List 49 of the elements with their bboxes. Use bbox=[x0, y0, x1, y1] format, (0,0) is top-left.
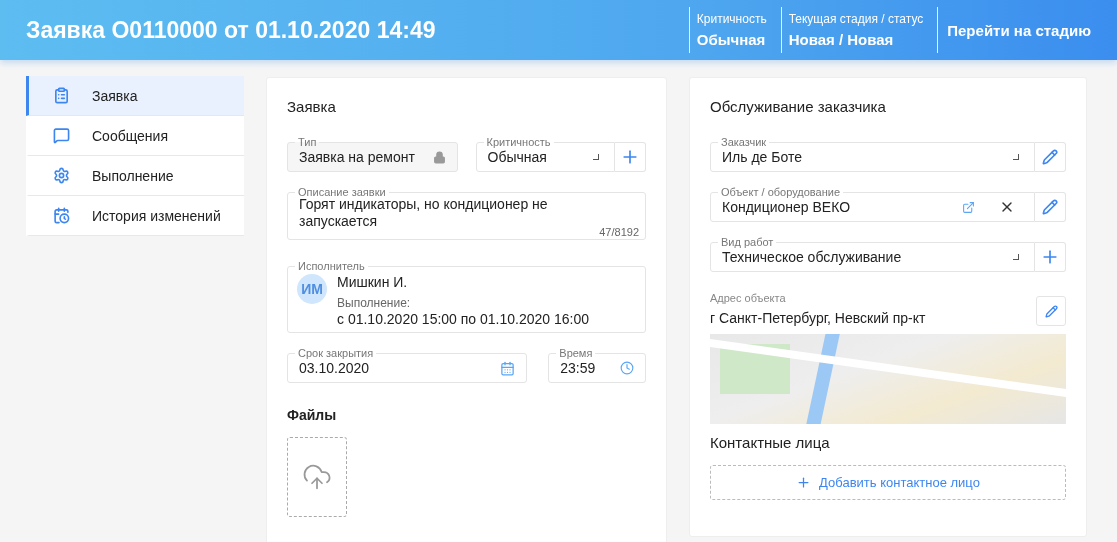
add-button[interactable] bbox=[615, 142, 646, 172]
execution-period: с 01.10.2020 15:00 по 01.10.2020 16:00 bbox=[337, 311, 590, 327]
page-title: Заявка О0110000 от 01.10.2020 14:49 bbox=[26, 16, 437, 44]
due-date-field[interactable]: Срок закрытия 03.10.2020 bbox=[287, 347, 528, 383]
description-field[interactable]: Описание заявки Горят индикаторы, но кондиционер не запускается 47/8192 bbox=[287, 186, 646, 240]
meta-value: Обычная bbox=[696, 31, 767, 48]
pencil-icon bbox=[1042, 149, 1058, 165]
sidebar-item[interactable]: Заявка bbox=[26, 76, 244, 116]
edit-button[interactable] bbox=[1035, 142, 1066, 172]
meta-value: Новая / Новая bbox=[788, 31, 895, 48]
section-title: Контактные лица bbox=[710, 434, 831, 451]
clipboard-icon bbox=[53, 87, 70, 104]
executor-name: Мишкин И. bbox=[337, 274, 409, 290]
meta-label: Текущая стадия / статус bbox=[788, 12, 924, 26]
dropdown-corner-icon bbox=[1013, 154, 1019, 160]
edit-button[interactable] bbox=[1036, 296, 1066, 326]
object-field[interactable]: Объект / оборудование Кондиционер ВЕКО bbox=[710, 186, 1035, 222]
clock-icon bbox=[620, 361, 634, 375]
avatar: ИМ bbox=[297, 274, 327, 304]
add-contact-button[interactable]: Добавить контактное лицо bbox=[710, 465, 1066, 500]
calendar-icon bbox=[500, 360, 516, 376]
card-title: Обслуживание заказчика bbox=[710, 98, 887, 115]
section-title: Файлы bbox=[287, 407, 338, 423]
executor-field[interactable]: Исполнитель ИМ Мишкин И. Выполнение: с 01.10.2020 15:00 по 01.10.2020 16:00 bbox=[287, 260, 646, 333]
pencil-icon bbox=[1044, 304, 1058, 318]
dropdown-corner-icon bbox=[593, 154, 599, 160]
open-link-icon bbox=[962, 200, 975, 214]
execution-label: Выполнение: bbox=[337, 296, 412, 310]
char-counter: 47/8192 bbox=[596, 226, 642, 238]
lock-icon bbox=[432, 150, 446, 164]
dropdown-corner-icon bbox=[1013, 254, 1019, 260]
criticality-select[interactable]: Критичность Обычная bbox=[475, 136, 615, 172]
edit-button[interactable] bbox=[1035, 192, 1066, 222]
pencil-icon bbox=[1042, 199, 1058, 215]
address-value: г Санкт-Петербург, Невский пр-кт bbox=[710, 310, 927, 326]
time-field[interactable]: Время 23:59 bbox=[548, 347, 646, 383]
address-label: Адрес объекта bbox=[710, 292, 787, 304]
gear-icon bbox=[53, 167, 70, 184]
plus-icon bbox=[796, 475, 812, 490]
card-title: Заявка bbox=[287, 98, 337, 115]
select-field[interactable]: Вид работ Техническое обслуживание bbox=[710, 236, 1035, 272]
chat-icon bbox=[53, 127, 70, 144]
add-button[interactable] bbox=[1035, 242, 1066, 272]
select-field[interactable]: Заказчик Иль де Боте bbox=[710, 136, 1035, 172]
type-field[interactable]: Тип Заявка на ремонт bbox=[287, 136, 458, 172]
meta-label: Критичность bbox=[696, 12, 767, 26]
cloud-upload-icon bbox=[302, 462, 332, 492]
calendar-clock-icon bbox=[53, 207, 70, 224]
upload-button[interactable] bbox=[287, 437, 347, 517]
